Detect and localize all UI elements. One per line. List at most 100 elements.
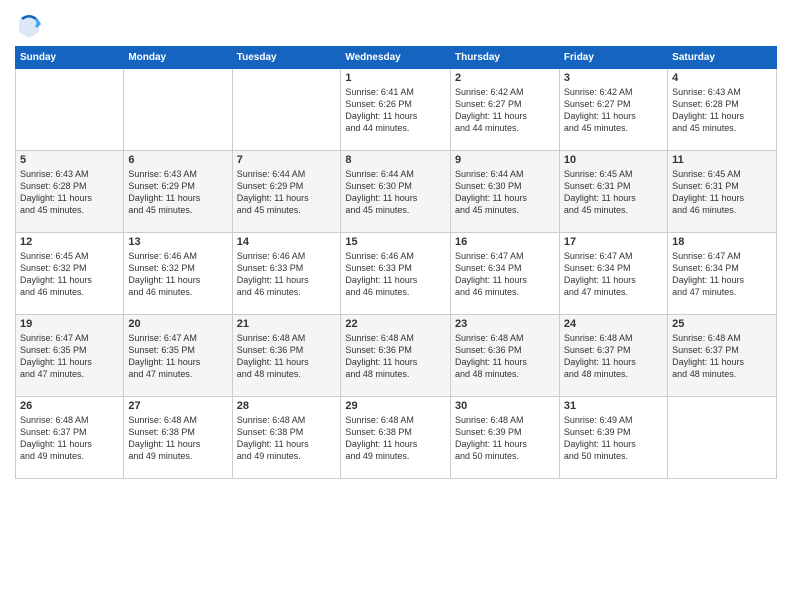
weekday-header-friday: Friday: [559, 47, 667, 69]
day-number: 1: [345, 72, 446, 84]
calendar-cell: 30 Sunrise: 6:48 AM Sunset: 6:39 PM Dayli…: [450, 397, 559, 479]
weekday-header-sunday: Sunday: [16, 47, 124, 69]
day-info: Sunrise: 6:44 AM Sunset: 6:29 PM Dayligh…: [237, 168, 337, 217]
day-info: Sunrise: 6:46 AM Sunset: 6:33 PM Dayligh…: [345, 250, 446, 299]
logo-icon: [15, 10, 43, 38]
calendar-cell: 24 Sunrise: 6:48 AM Sunset: 6:37 PM Dayli…: [559, 315, 667, 397]
day-number: 29: [345, 400, 446, 412]
day-info: Sunrise: 6:48 AM Sunset: 6:37 PM Dayligh…: [672, 332, 772, 381]
day-number: 14: [237, 236, 337, 248]
day-number: 18: [672, 236, 772, 248]
calendar-cell: 20 Sunrise: 6:47 AM Sunset: 6:35 PM Dayli…: [124, 315, 232, 397]
calendar-cell: 3 Sunrise: 6:42 AM Sunset: 6:27 PM Daylig…: [559, 69, 667, 151]
day-number: 21: [237, 318, 337, 330]
day-info: Sunrise: 6:48 AM Sunset: 6:38 PM Dayligh…: [237, 414, 337, 463]
day-info: Sunrise: 6:43 AM Sunset: 6:29 PM Dayligh…: [128, 168, 227, 217]
calendar-cell: 25 Sunrise: 6:48 AM Sunset: 6:37 PM Dayli…: [668, 315, 777, 397]
day-info: Sunrise: 6:48 AM Sunset: 6:37 PM Dayligh…: [564, 332, 663, 381]
day-info: Sunrise: 6:47 AM Sunset: 6:34 PM Dayligh…: [564, 250, 663, 299]
calendar-cell: 6 Sunrise: 6:43 AM Sunset: 6:29 PM Daylig…: [124, 151, 232, 233]
day-info: Sunrise: 6:44 AM Sunset: 6:30 PM Dayligh…: [455, 168, 555, 217]
day-info: Sunrise: 6:48 AM Sunset: 6:39 PM Dayligh…: [455, 414, 555, 463]
calendar-cell: [16, 69, 124, 151]
day-number: 16: [455, 236, 555, 248]
day-number: 6: [128, 154, 227, 166]
calendar-cell: 31 Sunrise: 6:49 AM Sunset: 6:39 PM Dayli…: [559, 397, 667, 479]
calendar-cell: 13 Sunrise: 6:46 AM Sunset: 6:32 PM Dayli…: [124, 233, 232, 315]
weekday-header-saturday: Saturday: [668, 47, 777, 69]
calendar-cell: 27 Sunrise: 6:48 AM Sunset: 6:38 PM Dayli…: [124, 397, 232, 479]
calendar-cell: 28 Sunrise: 6:48 AM Sunset: 6:38 PM Dayli…: [232, 397, 341, 479]
day-number: 10: [564, 154, 663, 166]
day-info: Sunrise: 6:47 AM Sunset: 6:35 PM Dayligh…: [20, 332, 119, 381]
weekday-header-tuesday: Tuesday: [232, 47, 341, 69]
calendar-cell: 10 Sunrise: 6:45 AM Sunset: 6:31 PM Dayli…: [559, 151, 667, 233]
day-number: 12: [20, 236, 119, 248]
day-number: 2: [455, 72, 555, 84]
calendar-cell: [668, 397, 777, 479]
calendar-cell: 15 Sunrise: 6:46 AM Sunset: 6:33 PM Dayli…: [341, 233, 451, 315]
day-info: Sunrise: 6:45 AM Sunset: 6:31 PM Dayligh…: [564, 168, 663, 217]
day-number: 20: [128, 318, 227, 330]
day-number: 8: [345, 154, 446, 166]
day-info: Sunrise: 6:48 AM Sunset: 6:36 PM Dayligh…: [237, 332, 337, 381]
day-info: Sunrise: 6:48 AM Sunset: 6:36 PM Dayligh…: [455, 332, 555, 381]
day-number: 31: [564, 400, 663, 412]
day-number: 27: [128, 400, 227, 412]
day-info: Sunrise: 6:46 AM Sunset: 6:32 PM Dayligh…: [128, 250, 227, 299]
day-info: Sunrise: 6:42 AM Sunset: 6:27 PM Dayligh…: [564, 86, 663, 135]
calendar-cell: 21 Sunrise: 6:48 AM Sunset: 6:36 PM Dayli…: [232, 315, 341, 397]
calendar-cell: 22Sunrise: 6:48 AM Sunset: 6:36 PM Dayli…: [341, 315, 451, 397]
calendar-cell: 7 Sunrise: 6:44 AM Sunset: 6:29 PM Daylig…: [232, 151, 341, 233]
day-number: 4: [672, 72, 772, 84]
day-number: 7: [237, 154, 337, 166]
day-info: Sunrise: 6:47 AM Sunset: 6:34 PM Dayligh…: [455, 250, 555, 299]
day-info: Sunrise: 6:41 AM Sunset: 6:26 PM Dayligh…: [345, 86, 446, 135]
day-number: 24: [564, 318, 663, 330]
day-number: 26: [20, 400, 119, 412]
header: [15, 10, 777, 38]
weekday-header-thursday: Thursday: [450, 47, 559, 69]
day-info: Sunrise: 6:49 AM Sunset: 6:39 PM Dayligh…: [564, 414, 663, 463]
calendar-cell: 8 Sunrise: 6:44 AM Sunset: 6:30 PM Daylig…: [341, 151, 451, 233]
day-info: Sunrise: 6:48 AM Sunset: 6:37 PM Dayligh…: [20, 414, 119, 463]
day-info: Sunrise: 6:43 AM Sunset: 6:28 PM Dayligh…: [20, 168, 119, 217]
day-number: 23: [455, 318, 555, 330]
day-info: Sunrise: 6:45 AM Sunset: 6:32 PM Dayligh…: [20, 250, 119, 299]
day-info: Sunrise: 6:48 AM Sunset: 6:38 PM Dayligh…: [128, 414, 227, 463]
day-info: Sunrise: 6:47 AM Sunset: 6:35 PM Dayligh…: [128, 332, 227, 381]
day-number: 30: [455, 400, 555, 412]
day-number: 19: [20, 318, 119, 330]
calendar-cell: 29 Sunrise: 6:48 AM Sunset: 6:38 PM Dayli…: [341, 397, 451, 479]
calendar-cell: 2 Sunrise: 6:42 AM Sunset: 6:27 PM Daylig…: [450, 69, 559, 151]
calendar-cell: [124, 69, 232, 151]
day-number: 15: [345, 236, 446, 248]
day-number: 13: [128, 236, 227, 248]
day-info: Sunrise: 6:48 AM Sunset: 6:38 PM Dayligh…: [345, 414, 446, 463]
day-number: 28: [237, 400, 337, 412]
day-number: 25: [672, 318, 772, 330]
day-number: 9: [455, 154, 555, 166]
calendar-cell: 5Sunrise: 6:43 AM Sunset: 6:28 PM Daylig…: [16, 151, 124, 233]
calendar-cell: 16 Sunrise: 6:47 AM Sunset: 6:34 PM Dayli…: [450, 233, 559, 315]
day-info: Sunrise: 6:42 AM Sunset: 6:27 PM Dayligh…: [455, 86, 555, 135]
calendar-cell: 19 Sunrise: 6:47 AM Sunset: 6:35 PM Dayli…: [16, 315, 124, 397]
weekday-header-monday: Monday: [124, 47, 232, 69]
day-info: Sunrise: 6:46 AM Sunset: 6:33 PM Dayligh…: [237, 250, 337, 299]
day-info: Sunrise: 6:44 AM Sunset: 6:30 PM Dayligh…: [345, 168, 446, 217]
calendar-cell: 4 Sunrise: 6:43 AM Sunset: 6:28 PM Daylig…: [668, 69, 777, 151]
calendar-cell: 1 Sunrise: 6:41 AM Sunset: 6:26 PM Daylig…: [341, 69, 451, 151]
day-number: 17: [564, 236, 663, 248]
day-number: 3: [564, 72, 663, 84]
weekday-header-wednesday: Wednesday: [341, 47, 451, 69]
day-info: Sunrise: 6:43 AM Sunset: 6:28 PM Dayligh…: [672, 86, 772, 135]
calendar-cell: 11 Sunrise: 6:45 AM Sunset: 6:31 PM Dayli…: [668, 151, 777, 233]
calendar-cell: 14 Sunrise: 6:46 AM Sunset: 6:33 PM Dayli…: [232, 233, 341, 315]
calendar-cell: [232, 69, 341, 151]
calendar-cell: 12 Sunrise: 6:45 AM Sunset: 6:32 PM Dayli…: [16, 233, 124, 315]
day-number: 11: [672, 154, 772, 166]
day-info: Sunrise: 6:48 AM Sunset: 6:36 PM Dayligh…: [345, 332, 446, 381]
day-info: Sunrise: 6:45 AM Sunset: 6:31 PM Dayligh…: [672, 168, 772, 217]
calendar-cell: 17 Sunrise: 6:47 AM Sunset: 6:34 PM Dayli…: [559, 233, 667, 315]
page: SundayMondayTuesdayWednesdayThursdayFrid…: [0, 0, 792, 612]
